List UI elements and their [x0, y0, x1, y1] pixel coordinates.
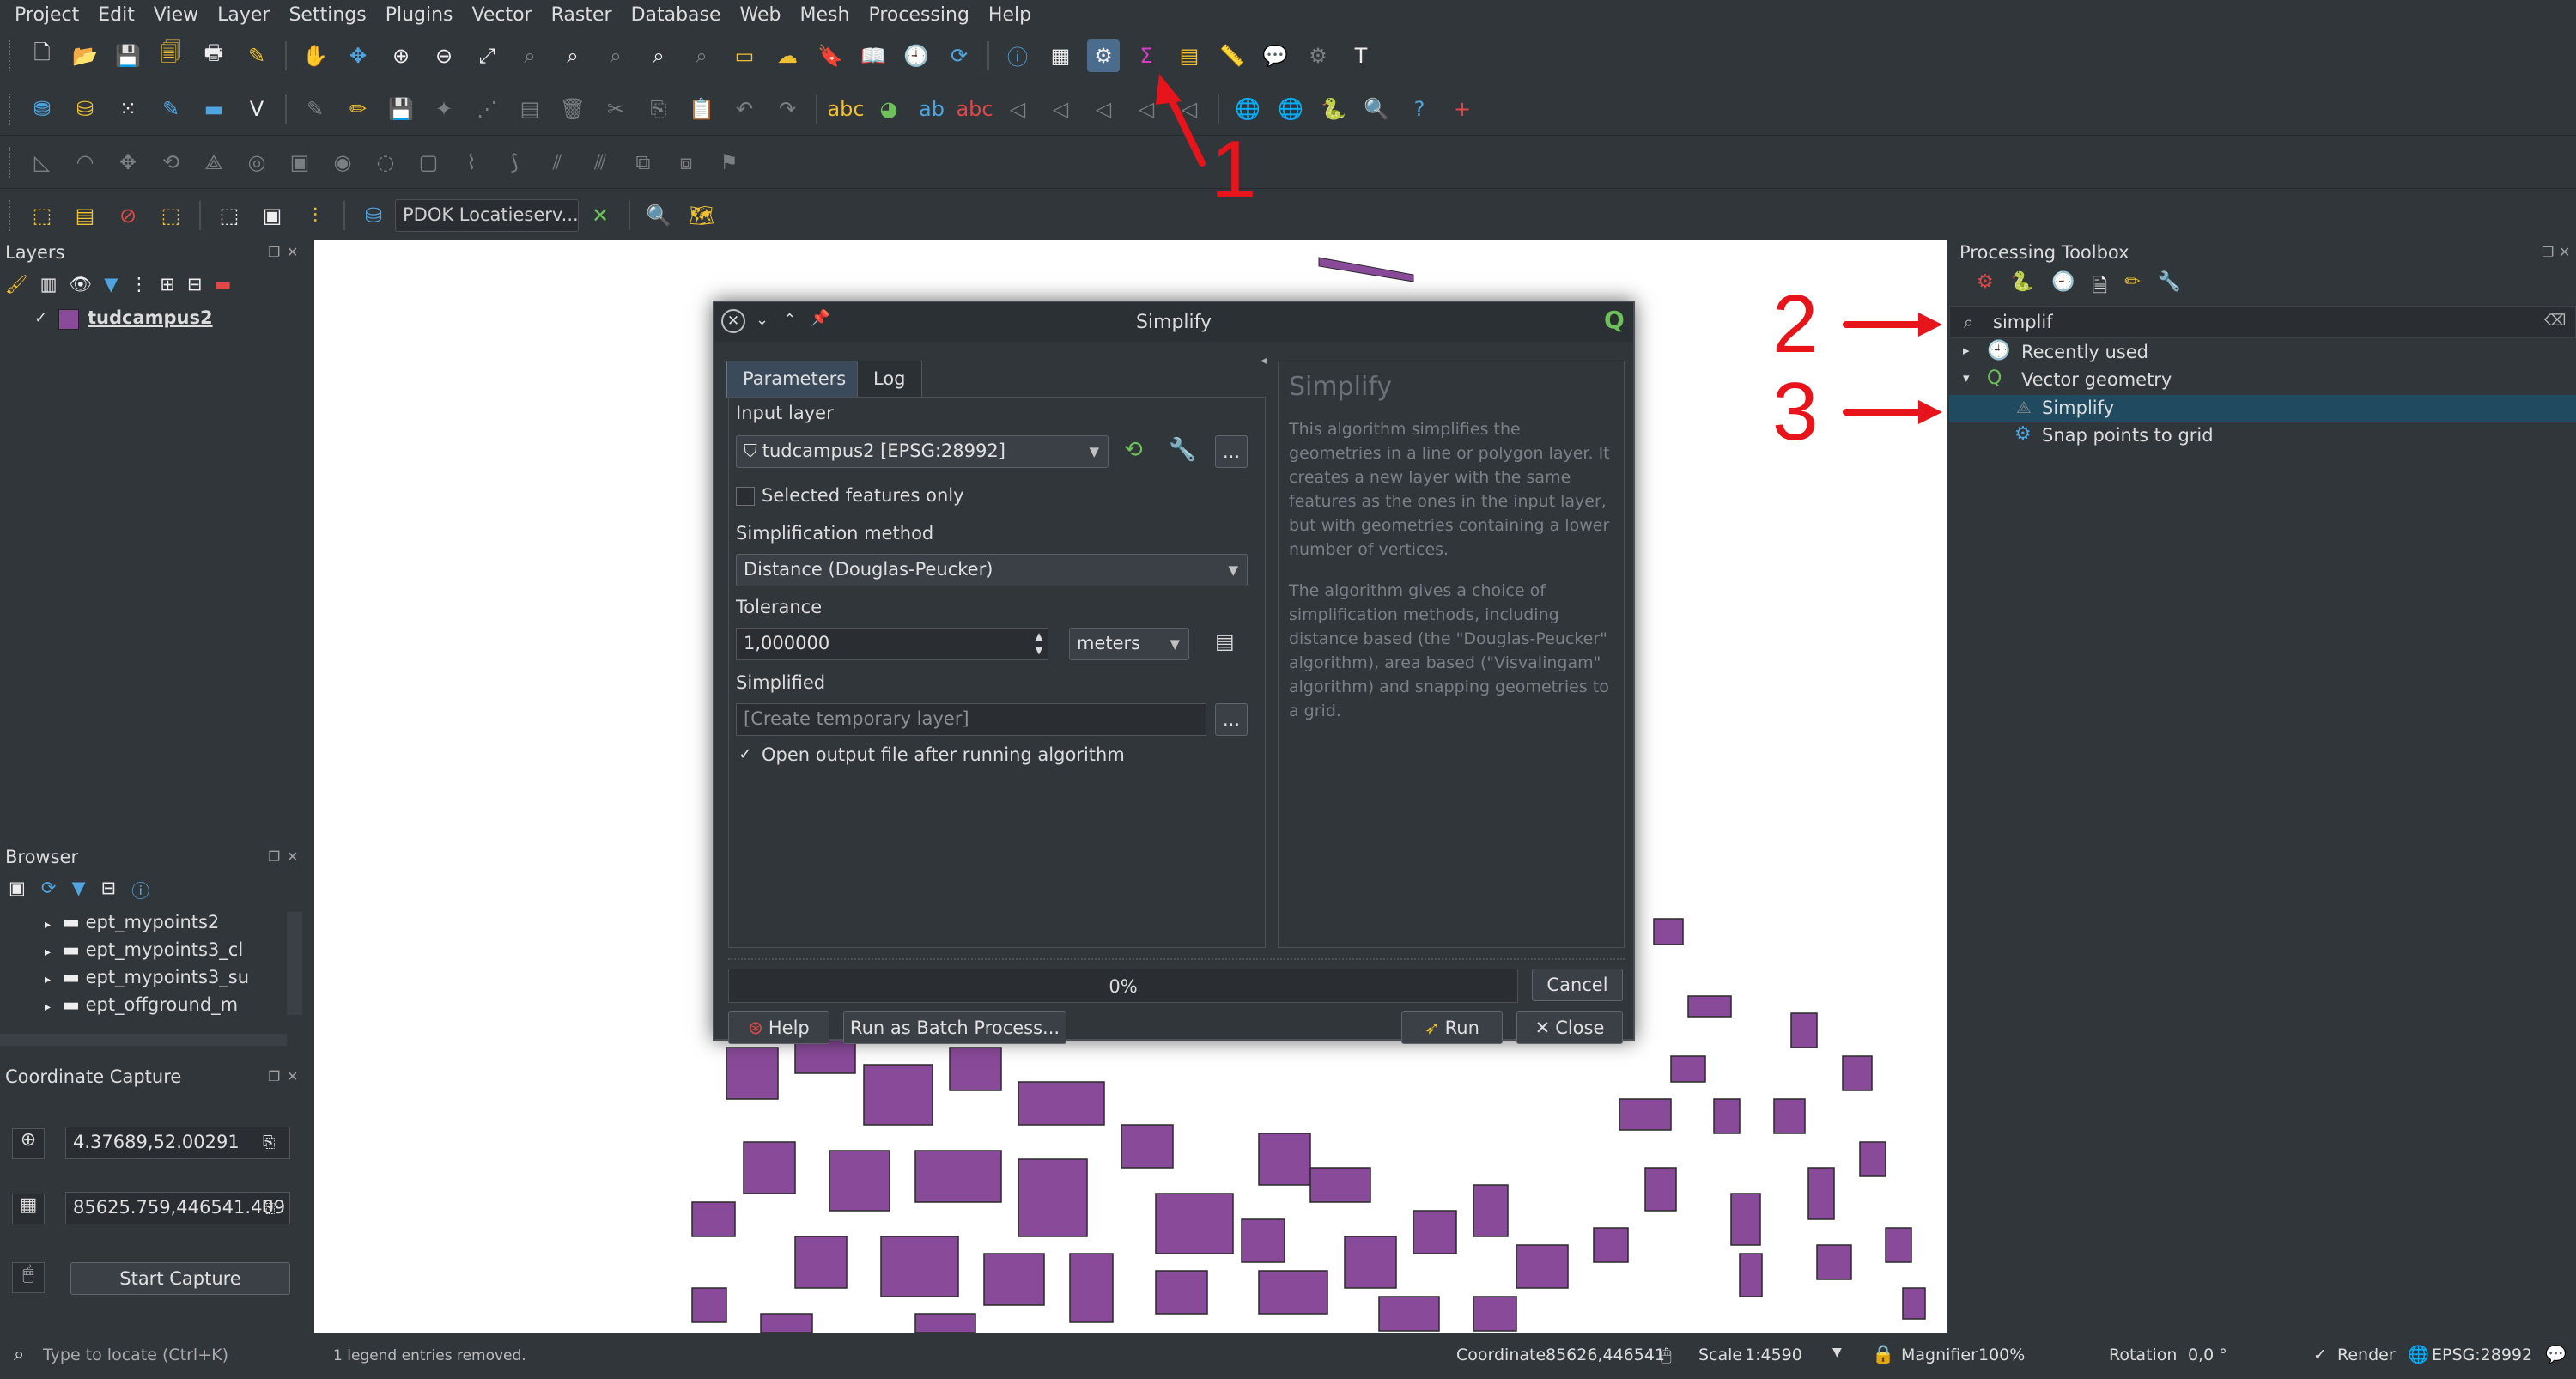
- coordinate-value[interactable]: 85626,446541: [1546, 1346, 1665, 1364]
- annotation-arrowhead-3: [1918, 400, 1942, 424]
- rotation-value[interactable]: 0,0 °: [2188, 1346, 2227, 1364]
- annotation-number-1: 1: [1211, 124, 1257, 216]
- render-label: Render: [2337, 1346, 2396, 1364]
- annotation-number-2: 2: [1772, 278, 1819, 370]
- scale-label: Scale: [1698, 1346, 1743, 1364]
- crs-value[interactable]: EPSG:28992: [2432, 1346, 2532, 1364]
- scale-value[interactable]: 1:4590: [1745, 1346, 1802, 1364]
- search-icon: ⌕: [14, 1344, 25, 1365]
- annotation-overlay: [1156, 74, 1942, 424]
- annotation-arrowhead-2: [1918, 313, 1942, 337]
- render-checkbox[interactable]: ✓: [2313, 1346, 2327, 1364]
- annotation-number-3: 3: [1772, 366, 1819, 458]
- chevron-down-icon[interactable]: ▼: [1832, 1346, 1842, 1359]
- magnifier-value[interactable]: 100%: [1978, 1346, 2025, 1364]
- status-message: 1 legend entries removed.: [333, 1347, 526, 1364]
- annotation-arrowhead-1: [1156, 74, 1182, 105]
- annotation-arrow-1: [1166, 93, 1206, 167]
- magnifier-label: Magnifier: [1901, 1346, 1978, 1364]
- rotation-label: Rotation: [2109, 1346, 2178, 1364]
- crs-globe-icon[interactable]: 🌐: [2408, 1344, 2429, 1364]
- coordinate-label: Coordinate: [1456, 1346, 1546, 1364]
- messages-icon[interactable]: 💬: [2545, 1344, 2567, 1364]
- mouse-coords-icon[interactable]: 🖱: [1661, 1344, 1672, 1365]
- locator-search-input[interactable]: Type to locate (Ctrl+K): [43, 1346, 228, 1364]
- lock-icon[interactable]: 🔒: [1872, 1344, 1894, 1365]
- status-bar: ⌕ Type to locate (Ctrl+K) 1 legend entri…: [0, 1333, 2576, 1379]
